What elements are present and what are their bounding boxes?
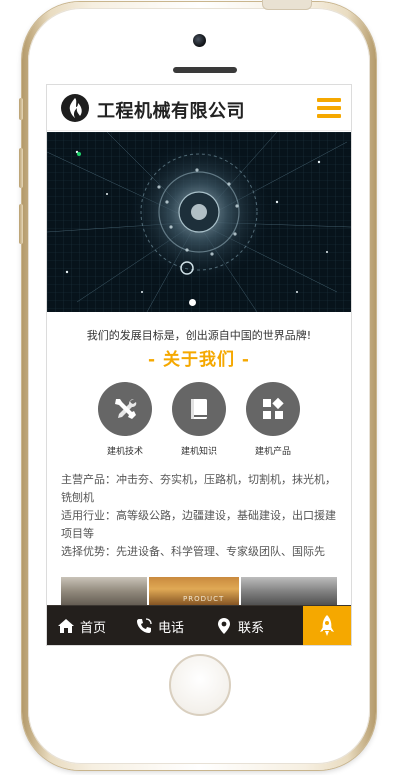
- bottom-nav: 首页 电话 联系: [47, 605, 351, 645]
- product-photo[interactable]: [241, 577, 337, 607]
- feature-label: 建机技术: [106, 447, 143, 457]
- home-button[interactable]: [169, 654, 231, 716]
- home-icon: [58, 619, 74, 633]
- feature-label: 建机知识: [180, 447, 217, 457]
- rocket-icon: [320, 615, 334, 636]
- hamburger-menu-icon[interactable]: [317, 98, 341, 118]
- products-grid-icon: [246, 382, 300, 436]
- tools-icon: [98, 382, 152, 436]
- feature-tech[interactable]: 建机技术: [88, 382, 162, 457]
- book-icon: [172, 382, 226, 436]
- site-brand[interactable]: 工程机械有限公司: [97, 97, 245, 123]
- location-pin-icon: [218, 618, 230, 634]
- product-photo[interactable]: PRODUCT: [149, 577, 239, 607]
- site-header: 工程机械有限公司: [47, 85, 351, 131]
- mute-switch: [19, 98, 23, 120]
- company-tagline: 我们的发展目标是，创出源自中国的世界品牌!: [86, 329, 312, 342]
- company-description: 主营产品：冲击夯、夯实机，压路机，切割机，抹光机，铣刨机 适用行业：高等级公路，…: [61, 471, 339, 561]
- front-camera: [193, 34, 206, 47]
- nav-home[interactable]: 首页: [57, 606, 106, 645]
- phone-icon: [137, 618, 152, 633]
- nav-phone[interactable]: 电话: [135, 606, 184, 645]
- earpiece-speaker: [173, 67, 237, 73]
- main-products-text: 主营产品：冲击夯、夯实机，压路机，切割机，抹光机，铣刨机: [61, 473, 336, 504]
- feature-icons: 建机技术 建机知识 建机产品: [47, 382, 351, 462]
- nav-home-label: 首页: [80, 620, 107, 636]
- product-photo-strip[interactable]: PRODUCT: [61, 577, 337, 607]
- power-button: [262, 0, 312, 10]
- flame-logo-icon[interactable]: [61, 94, 89, 122]
- product-photo[interactable]: [61, 577, 147, 607]
- industries-text: 适用行业：高等级公路，边疆建设，基础建设，出口援建项目等: [61, 509, 336, 540]
- volume-up-button: [19, 148, 23, 188]
- circuit-globe-image: [47, 132, 351, 312]
- feature-knowledge[interactable]: 建机知识: [162, 382, 236, 457]
- nav-contact-label: 联系: [238, 620, 265, 636]
- nav-contact[interactable]: 联系: [215, 606, 264, 645]
- feature-label: 建机产品: [254, 447, 291, 457]
- feature-products[interactable]: 建机产品: [236, 382, 310, 457]
- volume-down-button: [19, 204, 23, 244]
- about-section-title: - 关于我们 -: [148, 350, 250, 370]
- app-screen: 工程机械有限公司 我们的发展目标是，创出源自中国的世界品牌! - 关于我们 - …: [47, 85, 351, 645]
- advantages-text: 选择优势：先进设备、科学管理、专家级团队、国际先: [61, 545, 325, 558]
- hero-banner[interactable]: [47, 132, 351, 312]
- nav-phone-label: 电话: [158, 620, 185, 636]
- product-photo-caption: PRODUCT: [183, 595, 225, 603]
- back-to-top-button[interactable]: [303, 606, 351, 645]
- banner-pagination-dot[interactable]: [189, 299, 196, 306]
